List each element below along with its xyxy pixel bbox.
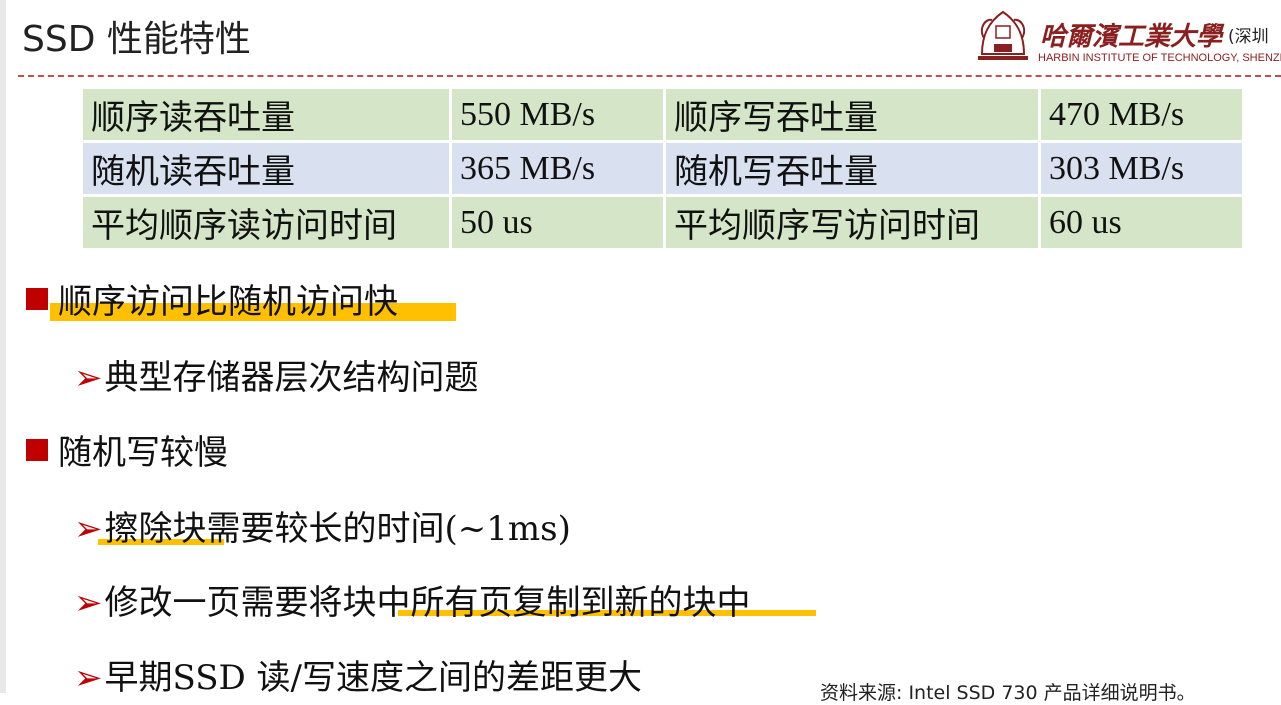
table-cell: 顺序写吞吐量 — [666, 89, 1038, 140]
logo-campus: (深圳 — [1228, 27, 1269, 47]
arrow-bullet-icon: ➢ — [74, 583, 103, 623]
table-cell: 平均顺序读访问时间 — [83, 197, 449, 248]
table-cell: 60 us — [1041, 197, 1242, 248]
table-cell: 303 MB/s — [1041, 143, 1242, 194]
header-divider — [18, 75, 1281, 77]
logo-english-name: HARBIN INSTITUTE OF TECHNOLOGY, SHENZHE — [1038, 52, 1281, 64]
table-cell: 顺序读吞吐量 — [83, 89, 449, 140]
source-note: 资料来源: Intel SSD 730 产品详细说明书。 — [820, 682, 1196, 704]
table-cell: 平均顺序写访问时间 — [666, 197, 1038, 248]
sub-bullet-item: ➢早期SSD 读/写速度之间的差距更大 — [74, 650, 642, 699]
bullet-text: 典型存储器层次结构问题 — [104, 358, 479, 398]
bullet-text: 修改一页需要将块中所有页复制到新的块中 — [104, 583, 751, 623]
sub-bullet-item: ➢擦除块需要较长的时间(~1ms) — [74, 501, 571, 550]
slide-title: SSD 性能特性 — [22, 19, 251, 60]
bullet-item: 随机写较慢 — [26, 425, 228, 474]
arrow-bullet-icon: ➢ — [74, 358, 103, 398]
table-cell: 365 MB/s — [452, 143, 663, 194]
ssd-spec-table: 顺序读吞吐量 550 MB/s 顺序写吞吐量 470 MB/s 随机读吞吐量 3… — [80, 86, 1245, 251]
table-cell: 550 MB/s — [452, 89, 663, 140]
table-cell: 470 MB/s — [1041, 89, 1242, 140]
table-row: 随机读吞吐量 365 MB/s 随机写吞吐量 303 MB/s — [83, 143, 1242, 194]
university-emblem-icon — [978, 10, 1028, 60]
sub-bullet-item: ➢修改一页需要将块中所有页复制到新的块中 — [74, 575, 751, 624]
bullet-text: 随机写较慢 — [58, 433, 228, 473]
table-cell: 随机写吞吐量 — [666, 143, 1038, 194]
table-row: 平均顺序读访问时间 50 us 平均顺序写访问时间 60 us — [83, 197, 1242, 248]
square-bullet-icon — [26, 439, 48, 461]
bullet-text: 擦除块需要较长的时间(~1ms) — [104, 509, 571, 549]
logo-chinese-name: 哈爾濱工業大學 — [1040, 22, 1223, 52]
square-bullet-icon — [26, 288, 48, 310]
university-logo: 哈爾濱工業大學 (深圳 HARBIN INSTITUTE OF TECHNOLO… — [970, 6, 1281, 68]
table-cell: 随机读吞吐量 — [83, 143, 449, 194]
arrow-bullet-icon: ➢ — [74, 509, 103, 549]
left-edge — [0, 0, 6, 693]
table-row: 顺序读吞吐量 550 MB/s 顺序写吞吐量 470 MB/s — [83, 89, 1242, 140]
bullet-item: 顺序访问比随机访问快 — [26, 274, 398, 323]
arrow-bullet-icon: ➢ — [74, 658, 103, 698]
table-cell: 50 us — [452, 197, 663, 248]
bullet-text: 顺序访问比随机访问快 — [58, 282, 398, 322]
sub-bullet-item: ➢典型存储器层次结构问题 — [74, 350, 479, 399]
bullet-text: 早期SSD 读/写速度之间的差距更大 — [104, 658, 643, 698]
